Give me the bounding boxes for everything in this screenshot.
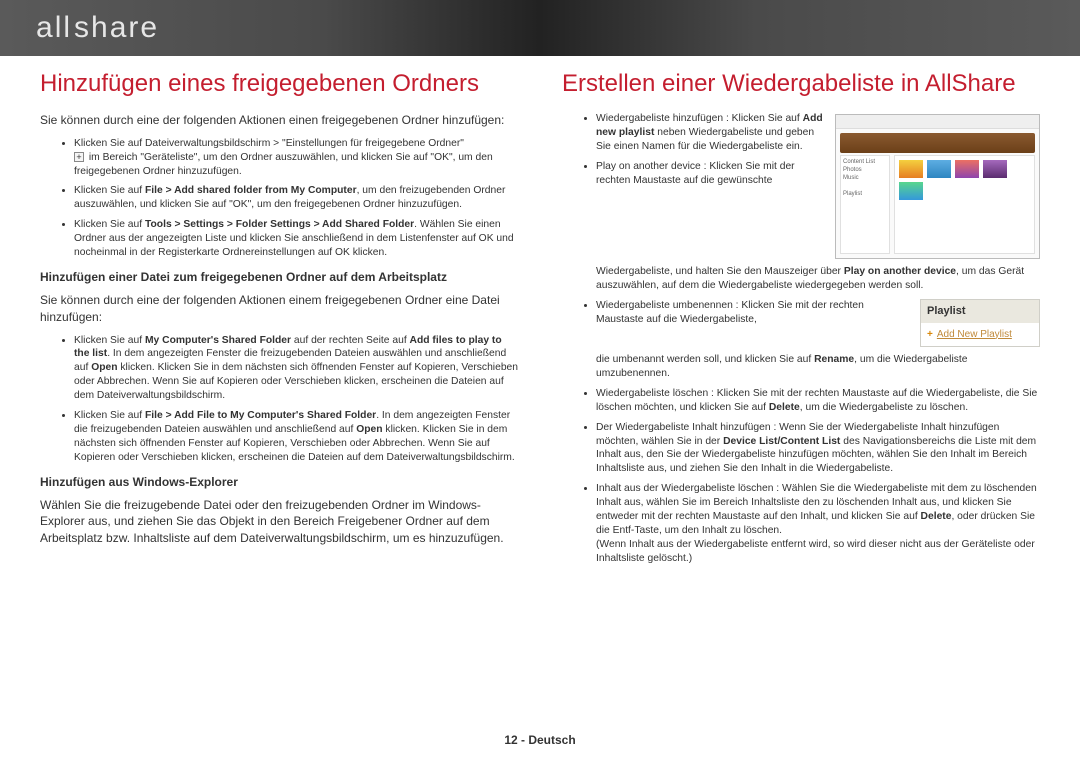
page-footer: 12 - Deutsch [0,733,1080,747]
list-item: Klicken Sie auf File > Add File to My Co… [74,409,518,465]
left-title: Hinzufügen eines freigegebenen Ordners [40,70,518,98]
page-content: Hinzufügen eines freigegebenen Ordners S… [0,56,1080,572]
list-item: Klicken Sie auf Tools > Settings > Folde… [74,218,518,260]
plus-icon: + [74,152,84,162]
left-list1: Klicken Sie auf Dateiverwaltungsbildschi… [46,137,518,260]
list-item: Klicken Sie auf My Computer's Shared Fol… [74,334,518,403]
subheading: Hinzufügen einer Datei zum freigegebenen… [40,270,518,284]
right-title: Erstellen einer Wiedergabeliste in AllSh… [562,70,1040,98]
logo: allshare [36,11,161,45]
list-item: Wiedergabeliste löschen : Klicken Sie mi… [596,387,1040,415]
right-column: Erstellen einer Wiedergabeliste in AllSh… [562,70,1040,572]
app-screenshot: Content ListPhotosMusicPlaylist [835,114,1040,259]
left-list2: Klicken Sie auf My Computer's Shared Fol… [46,334,518,465]
left-intro2: Sie können durch eine der folgenden Akti… [40,292,518,326]
header-bar: allshare [0,0,1080,56]
list-item: Playlist +Add New Playlist Wiedergabelis… [596,299,1040,381]
playlist-header: Playlist [921,300,1039,323]
list-item: Klicken Sie auf File > Add shared folder… [74,184,518,212]
plus-icon: + [927,328,933,342]
add-playlist-row[interactable]: +Add New Playlist [921,323,1039,347]
playlist-widget: Playlist +Add New Playlist [920,299,1040,347]
list-item: Der Wiedergabeliste Inhalt hinzufügen : … [596,421,1040,477]
right-list: Content ListPhotosMusicPlaylist Wiederga… [568,112,1040,566]
list-item: Inhalt aus der Wiedergabeliste löschen :… [596,482,1040,565]
list-item: Klicken Sie auf Dateiverwaltungsbildschi… [74,137,518,179]
list-item: Content ListPhotosMusicPlaylist Wiederga… [596,112,1040,154]
subheading: Hinzufügen aus Windows-Explorer [40,475,518,489]
left-intro: Sie können durch eine der folgenden Akti… [40,112,518,129]
left-column: Hinzufügen eines freigegebenen Ordners S… [40,70,518,572]
left-p2: Wählen Sie die freizugebende Datei oder … [40,497,518,547]
